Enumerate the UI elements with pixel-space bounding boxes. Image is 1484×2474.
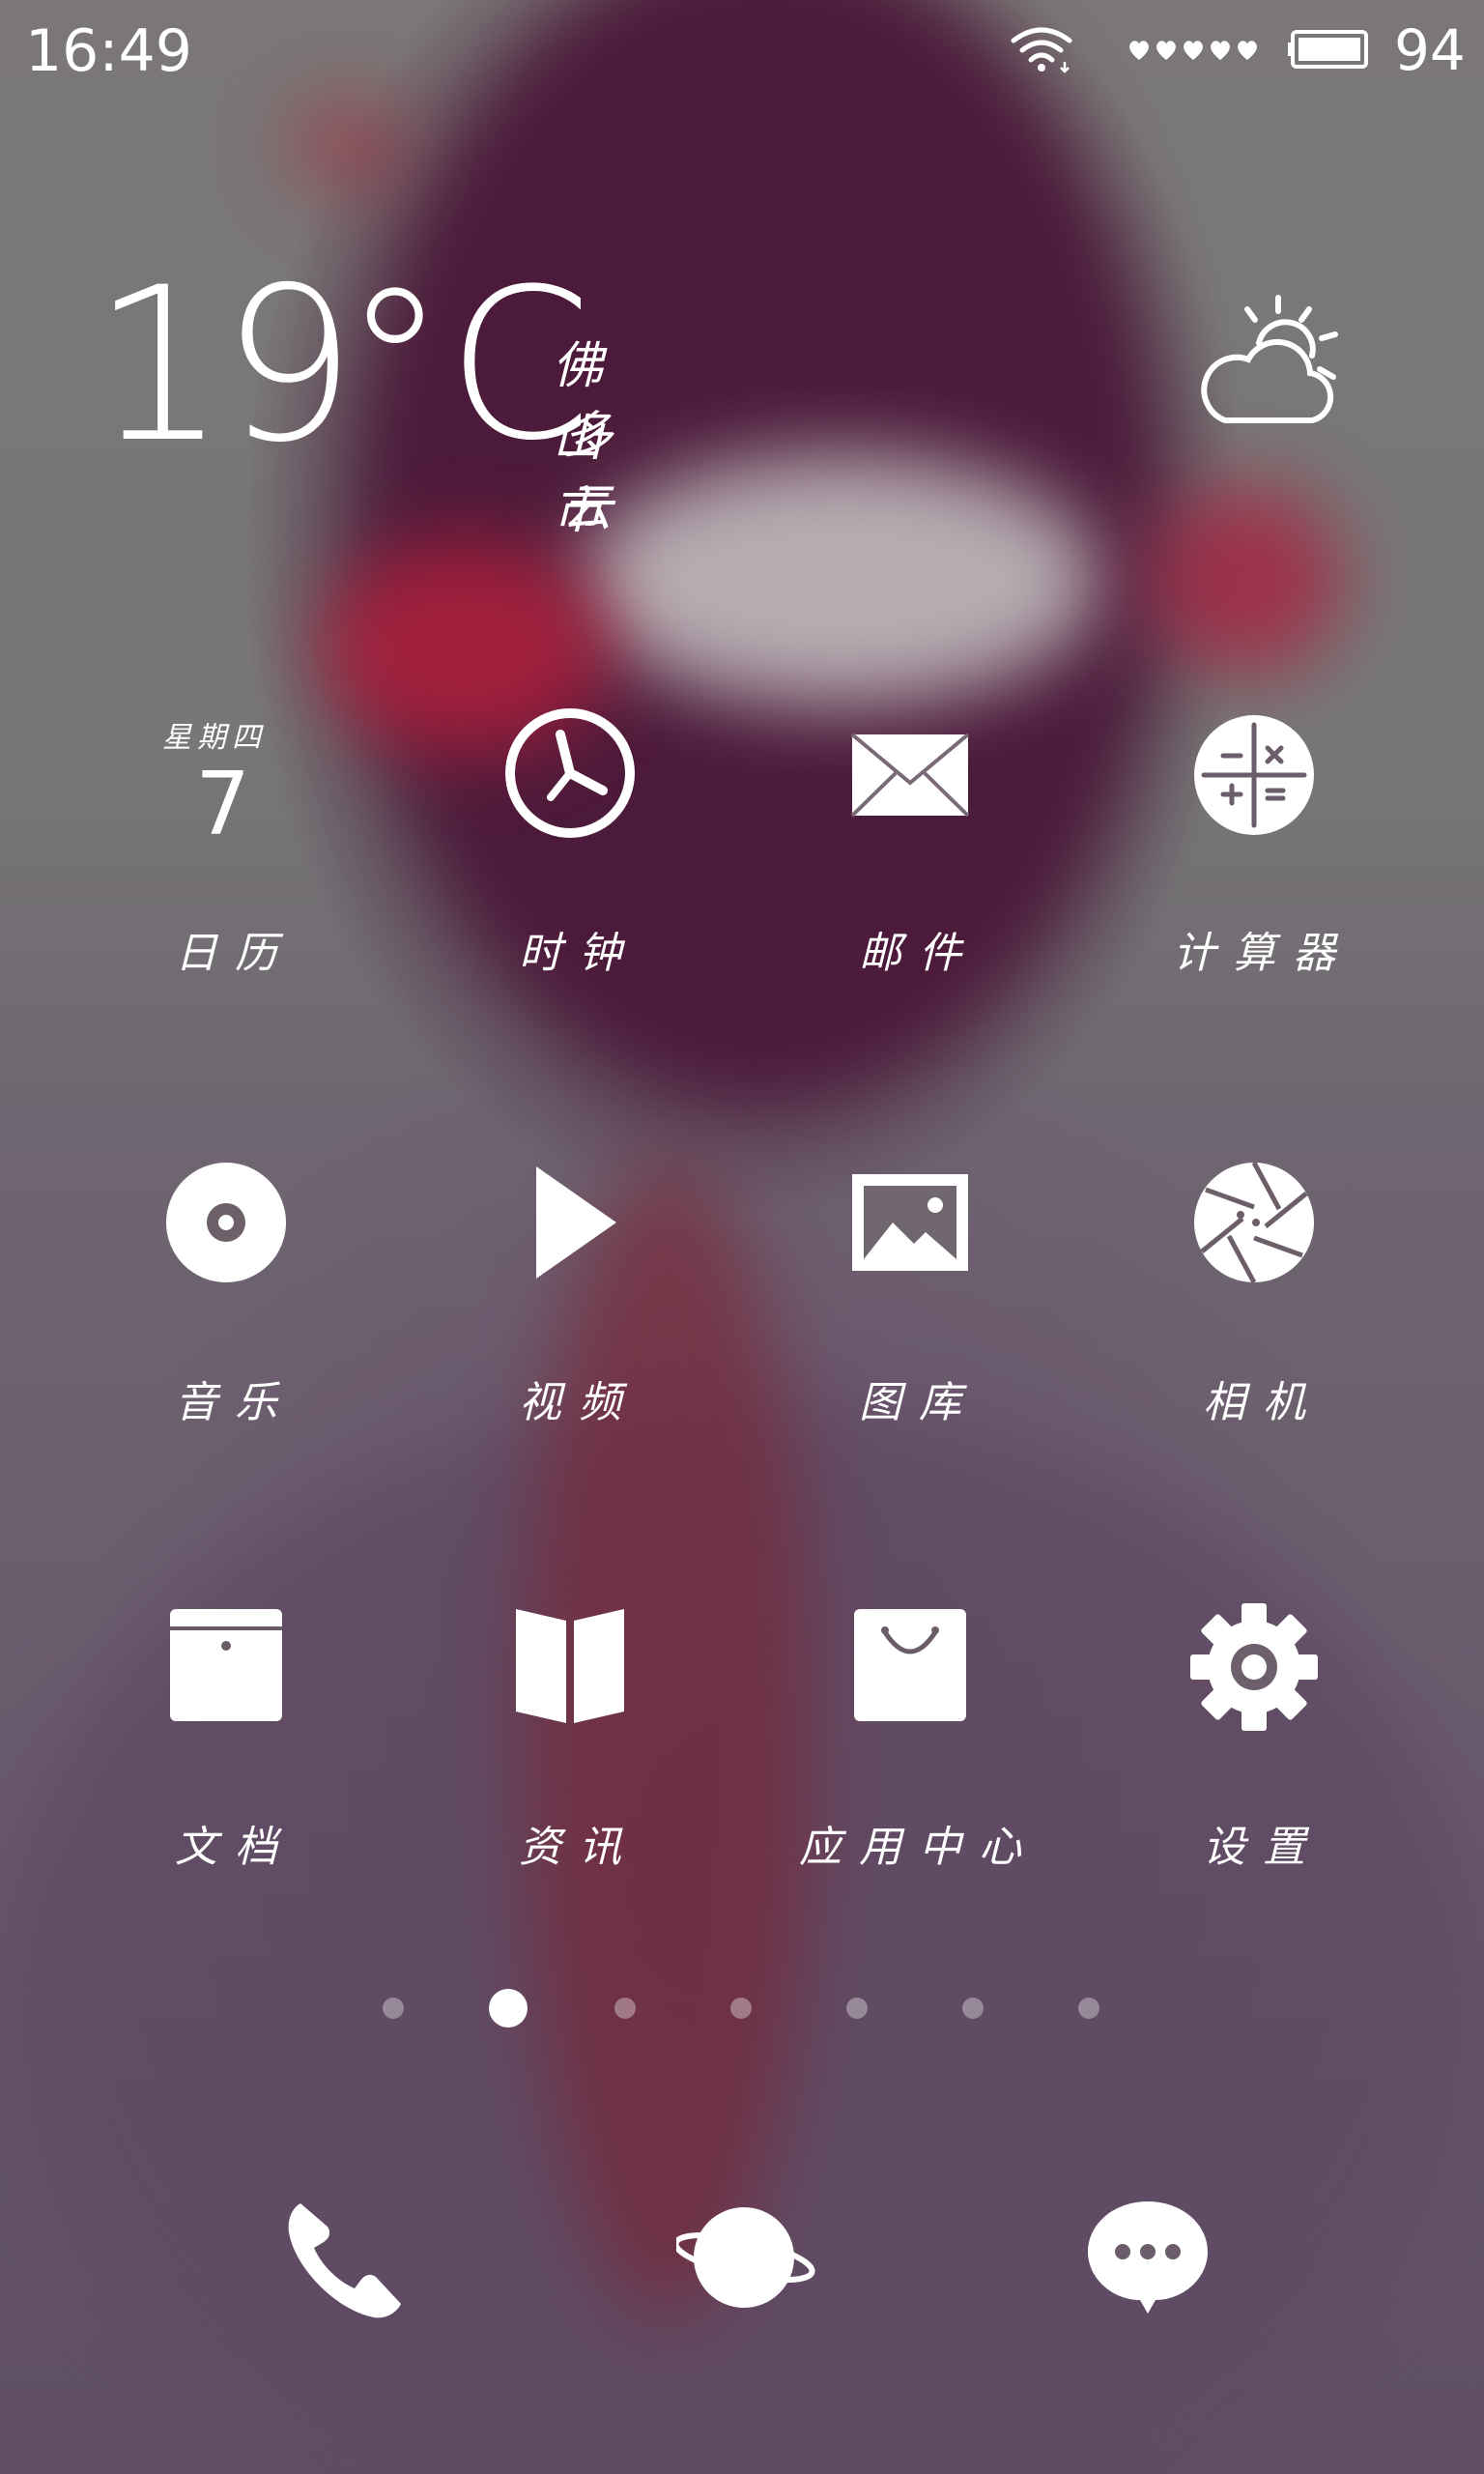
status-time: 16:49: [25, 17, 192, 85]
app-camera[interactable]: 相机: [1109, 1155, 1399, 1464]
app-clock[interactable]: 时钟: [425, 705, 715, 1015]
page-dot[interactable]: [730, 1998, 752, 2019]
message-bubble-icon: [1088, 2201, 1208, 2314]
app-label: 视频: [519, 1378, 639, 1427]
browser-planet-icon: [672, 2207, 815, 2308]
app-label: 图库: [859, 1378, 979, 1427]
battery-icon: [1288, 30, 1368, 69]
page-dot[interactable]: [962, 1998, 984, 2019]
book-icon: [516, 1609, 624, 1723]
page-indicator[interactable]: [0, 1986, 1484, 2034]
calendar-weekday: 星期四: [162, 721, 267, 755]
page-dot[interactable]: [1078, 1998, 1099, 2019]
app-news[interactable]: 资讯: [425, 1599, 715, 1909]
app-gallery[interactable]: 图库: [765, 1155, 1055, 1464]
battery-percent: 94: [1394, 17, 1466, 83]
app-video[interactable]: 视频: [425, 1155, 715, 1464]
partly-cloudy-icon: [1201, 295, 1338, 423]
music-disc-icon: [166, 1163, 286, 1282]
app-documents[interactable]: 文档: [81, 1599, 371, 1909]
status-bar: 16:49 94: [0, 0, 1484, 97]
mail-icon: [850, 733, 970, 818]
page-dot-active[interactable]: [489, 1989, 528, 2028]
app-label: 设置: [1203, 1823, 1323, 1872]
app-label: 音乐: [175, 1378, 295, 1427]
gear-icon: [1190, 1603, 1318, 1731]
app-store[interactable]: 应用中心: [765, 1599, 1055, 1909]
calendar-day: 7: [195, 754, 251, 855]
dock-phone[interactable]: [275, 2194, 411, 2329]
page-dot[interactable]: [614, 1998, 636, 2019]
app-label: 相机: [1203, 1378, 1323, 1427]
shopping-bag-icon: [854, 1609, 966, 1721]
dock-messages[interactable]: [1080, 2194, 1215, 2329]
weather-condition: 多云: [562, 407, 633, 537]
temperature: 19: [92, 242, 357, 489]
dock-browser[interactable]: [672, 2194, 815, 2329]
play-icon: [536, 1166, 616, 1279]
camera-aperture-icon: [1194, 1161, 1314, 1284]
page-dot[interactable]: [846, 1998, 868, 2019]
app-label: 时钟: [519, 929, 639, 978]
signal-icon: [1129, 41, 1257, 60]
app-label: 计算器: [1173, 929, 1353, 978]
app-settings[interactable]: 设置: [1109, 1599, 1399, 1909]
document-box-icon: [170, 1609, 282, 1721]
phone-icon: [288, 2203, 401, 2318]
app-label: 邮件: [859, 929, 979, 978]
wifi-icon: [1011, 27, 1072, 73]
app-label: 资讯: [519, 1823, 639, 1872]
app-label: 应用中心: [799, 1823, 1039, 1872]
app-calculator[interactable]: 计算器: [1109, 705, 1399, 1015]
app-mail[interactable]: 邮件: [765, 705, 1055, 1015]
app-label: 文档: [175, 1823, 295, 1872]
app-label: 日历: [175, 929, 295, 978]
gallery-icon: [852, 1174, 968, 1271]
clock-icon: [505, 708, 635, 838]
page-dot[interactable]: [383, 1998, 404, 2019]
app-music[interactable]: 音乐: [81, 1155, 371, 1464]
calculator-icon: [1194, 715, 1314, 835]
